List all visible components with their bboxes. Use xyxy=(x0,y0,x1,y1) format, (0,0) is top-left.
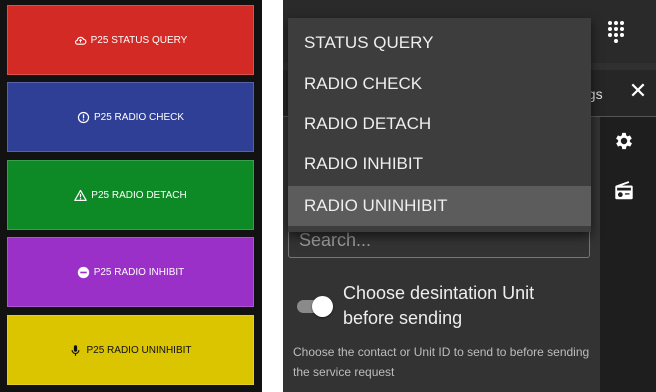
service-type-dropdown: STATUS QUERY RADIO CHECK RADIO DETACH RA… xyxy=(288,18,591,232)
radio-uninhibit-button[interactable]: P25 RADIO UNINHIBIT xyxy=(7,315,254,385)
destination-unit-label: Choose desintation Unit before sending xyxy=(343,283,535,328)
gear-icon[interactable] xyxy=(613,130,635,152)
destination-unit-toggle[interactable] xyxy=(295,296,333,317)
menu-item-radio-uninhibit[interactable]: RADIO UNINHIBIT xyxy=(288,186,591,226)
alert-circle-icon xyxy=(77,111,90,124)
radio-uninhibit-label: P25 RADIO UNINHIBIT xyxy=(86,344,192,356)
p25-service-panel: P25 STATUS QUERY P25 RADIO CHECK P25 RAD… xyxy=(0,0,262,392)
radio-detach-button[interactable]: P25 RADIO DETACH xyxy=(7,160,254,230)
dialpad-icon[interactable] xyxy=(606,19,626,45)
radio-check-button[interactable]: P25 RADIO CHECK xyxy=(7,82,254,152)
destination-helper-text: Choose the contact or Unit ID to send to… xyxy=(293,345,590,379)
menu-item-radio-check[interactable]: RADIO CHECK xyxy=(288,64,591,104)
radio-inhibit-label: P25 RADIO INHIBIT xyxy=(93,266,185,278)
microphone-icon xyxy=(69,344,82,357)
cloud-icon xyxy=(74,34,87,47)
status-query-button[interactable]: P25 STATUS QUERY xyxy=(7,5,254,75)
menu-item-radio-inhibit[interactable]: RADIO INHIBIT xyxy=(288,144,591,184)
toggle-knob xyxy=(312,296,333,317)
menu-item-radio-detach[interactable]: RADIO DETACH xyxy=(288,104,591,144)
right-sidebar xyxy=(600,117,656,392)
close-icon[interactable]: ✕ xyxy=(627,78,649,104)
panel-divider xyxy=(262,0,283,392)
radio-detach-label: P25 RADIO DETACH xyxy=(91,189,187,201)
menu-item-status-query[interactable]: STATUS QUERY xyxy=(288,23,591,63)
status-query-label: P25 STATUS QUERY xyxy=(90,34,188,46)
radio-check-label: P25 RADIO CHECK xyxy=(93,111,185,123)
service-request-panel: ngs ✕ Choose desintation Unit before sen… xyxy=(283,0,656,392)
minus-circle-icon xyxy=(77,266,90,279)
warning-triangle-icon xyxy=(74,189,88,202)
radio-inhibit-button[interactable]: P25 RADIO INHIBIT xyxy=(7,237,254,307)
radio-icon[interactable] xyxy=(613,180,635,202)
